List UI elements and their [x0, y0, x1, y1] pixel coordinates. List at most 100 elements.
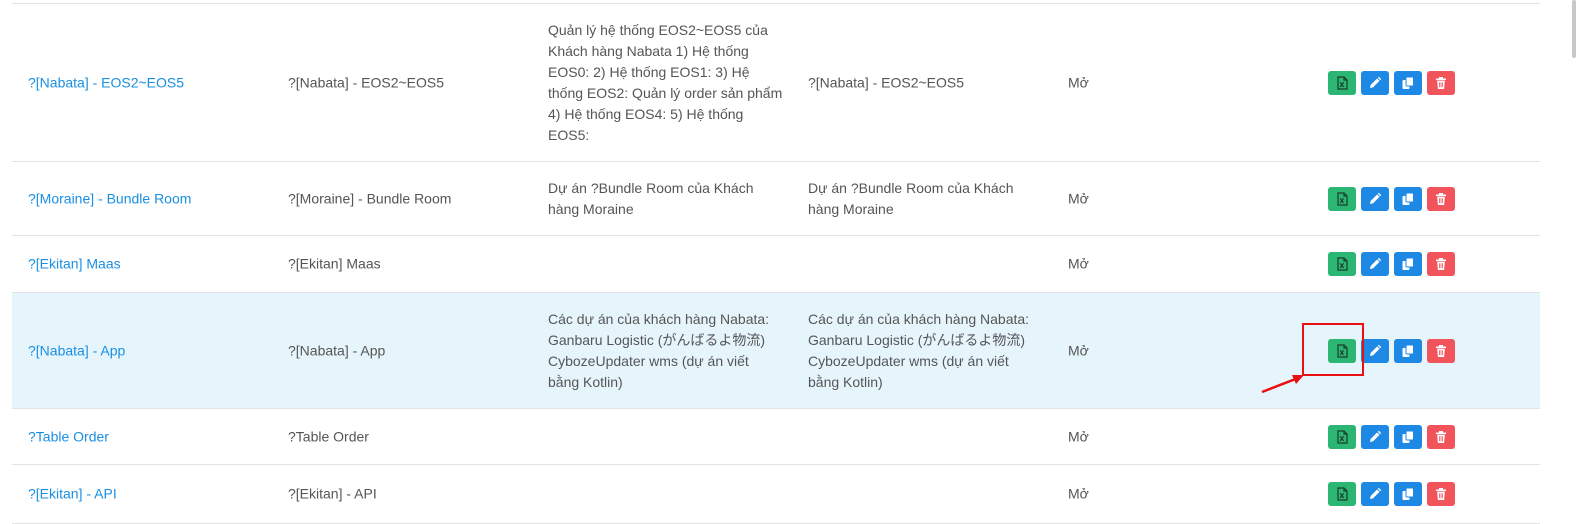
status-text: Mở — [1068, 255, 1089, 272]
project-name-link[interactable]: ?[Nabata] - App — [28, 340, 125, 361]
description-line: EOS5: — [548, 126, 590, 143]
project-code: ?[Moraine] - Bundle Room — [288, 190, 452, 206]
status-text: Mở — [1068, 190, 1089, 206]
project-code: ?Table Order — [288, 428, 369, 444]
delete-button[interactable] — [1427, 186, 1455, 211]
trash-icon — [1434, 192, 1448, 206]
export-excel-button[interactable] — [1328, 482, 1356, 506]
description-line: hàng Moraine — [548, 200, 634, 217]
copy-button[interactable] — [1394, 482, 1422, 506]
description-line: Các dự án của khách hàng Nabata: — [808, 310, 1030, 327]
delete-button[interactable] — [1427, 338, 1455, 363]
project-code: ?[Ekitan] - API — [288, 485, 377, 502]
edit-button[interactable] — [1361, 70, 1389, 95]
description-line: Quản lý hệ thống EOS2~EOS5 của — [548, 21, 768, 38]
project-table: ?[Nabata] - EOS2~EOS5 ?[Nabata] - EOS2~EO… — [12, 0, 1540, 524]
file-excel-icon — [1335, 487, 1349, 501]
export-excel-button[interactable] — [1328, 70, 1356, 95]
project-code: ?[Nabata] - EOS2~EOS5 — [288, 74, 445, 90]
project-name-link[interactable]: ?[Moraine] - Bundle Room — [28, 188, 191, 209]
description-line: Dự án ?Bundle Room của Khách — [548, 179, 754, 196]
project-description-secondary: Các dự án của khách hàng Nabata: Ganbaru … — [808, 309, 1033, 393]
project-name-link[interactable]: ?Table Order — [28, 426, 109, 447]
annotation-highlight-box — [1302, 323, 1364, 376]
annotation-arrow — [1261, 375, 1304, 394]
pencil-icon — [1368, 192, 1382, 206]
description-line: Các dự án của khách hàng Nabata: — [548, 310, 770, 327]
project-name-link[interactable]: ?[Ekitan] - API — [28, 484, 117, 505]
copy-icon — [1401, 192, 1415, 206]
description-line: hàng Moraine — [808, 200, 894, 217]
description-line: CybozeUpdater wms (dự án viết — [808, 352, 1009, 369]
pencil-icon — [1368, 430, 1382, 444]
pencil-icon — [1368, 76, 1382, 90]
description-line: CybozeUpdater wms (dự án viết — [548, 352, 749, 369]
project-description: Dự án ?Bundle Room của Khách hàng Moraine — [548, 178, 788, 220]
project-code: ?[Ekitan] Maas — [288, 255, 381, 272]
export-excel-button[interactable] — [1328, 252, 1356, 276]
copy-icon — [1401, 344, 1415, 358]
file-excel-icon — [1335, 75, 1349, 90]
description-line: EOS0: 2) Hệ thống EOS1: 3) Hệ — [548, 63, 750, 80]
delete-button[interactable] — [1427, 482, 1455, 506]
project-code: ?[Nabata] - App — [288, 342, 386, 358]
export-excel-button[interactable] — [1328, 186, 1356, 211]
status-text: Mở — [1068, 342, 1089, 358]
copy-button[interactable] — [1394, 424, 1422, 449]
edit-button[interactable] — [1361, 252, 1389, 276]
copy-icon — [1401, 487, 1415, 501]
file-excel-icon — [1335, 191, 1349, 206]
description-line: bằng Kotlin) — [808, 373, 883, 390]
edit-button[interactable] — [1361, 186, 1389, 211]
project-description: Các dự án của khách hàng Nabata: Ganbaru … — [548, 309, 788, 393]
description-line: bằng Kotlin) — [548, 373, 623, 390]
delete-button[interactable] — [1427, 424, 1455, 449]
table-row: ?[Ekitan] Maas ?[Ekitan] Maas Mở — [12, 236, 1540, 293]
edit-button[interactable] — [1361, 424, 1389, 449]
row-actions — [1328, 424, 1455, 449]
table-row: ?[Ekitan] - API ?[Ekitan] - API Mở — [12, 465, 1540, 524]
status-text: Mở — [1068, 74, 1089, 90]
delete-button[interactable] — [1427, 252, 1455, 276]
copy-button[interactable] — [1394, 70, 1422, 95]
table-row: ?[Nabata] - EOS2~EOS5 ?[Nabata] - EOS2~EO… — [12, 4, 1540, 162]
project-name-link[interactable]: ?[Ekitan] Maas — [28, 254, 121, 275]
row-actions — [1328, 186, 1455, 211]
export-excel-button[interactable] — [1328, 424, 1356, 449]
description-line: Ganbaru Logistic (がんばるよ物流) — [808, 331, 1026, 348]
edit-button[interactable] — [1361, 338, 1389, 363]
trash-icon — [1434, 76, 1448, 90]
delete-button[interactable] — [1427, 70, 1455, 95]
table-row: ?Table Order ?Table Order Mở — [12, 409, 1540, 465]
project-description-secondary: ?[Nabata] - EOS2~EOS5 — [808, 72, 1033, 93]
project-description: Quản lý hệ thống EOS2~EOS5 của Khách hàng… — [548, 20, 788, 146]
copy-icon — [1401, 430, 1415, 444]
status-text: Mở — [1068, 485, 1089, 502]
pencil-icon — [1368, 487, 1382, 501]
scrollbar[interactable] — [1566, 0, 1581, 522]
scrollbar-thumb[interactable] — [1572, 0, 1576, 58]
trash-icon — [1434, 430, 1448, 444]
project-name-link[interactable]: ?[Nabata] - EOS2~EOS5 — [28, 72, 184, 93]
description-line: Ganbaru Logistic (がんばるよ物流) — [548, 331, 766, 348]
trash-icon — [1434, 257, 1448, 271]
pencil-icon — [1368, 257, 1382, 271]
copy-icon — [1401, 257, 1415, 271]
file-excel-icon — [1335, 257, 1349, 271]
description-line: Khách hàng Nabata 1) Hệ thống — [548, 42, 749, 59]
copy-button[interactable] — [1394, 252, 1422, 276]
trash-icon — [1434, 487, 1448, 501]
project-description-secondary: Dự án ?Bundle Room của Khách hàng Moraine — [808, 178, 1033, 220]
description-line: thống EOS2: Quản lý order sản phẩm — [548, 84, 783, 101]
row-actions — [1328, 482, 1455, 506]
copy-button[interactable] — [1394, 186, 1422, 211]
trash-icon — [1434, 344, 1448, 358]
row-actions — [1328, 70, 1455, 95]
status-text: Mở — [1068, 428, 1089, 444]
row-actions — [1328, 252, 1455, 276]
description-line: 4) Hệ thống EOS4: 5) Hệ thống — [548, 105, 744, 122]
description-line: Dự án ?Bundle Room của Khách — [808, 179, 1014, 196]
file-excel-icon — [1335, 429, 1349, 444]
edit-button[interactable] — [1361, 482, 1389, 506]
copy-button[interactable] — [1394, 338, 1422, 363]
